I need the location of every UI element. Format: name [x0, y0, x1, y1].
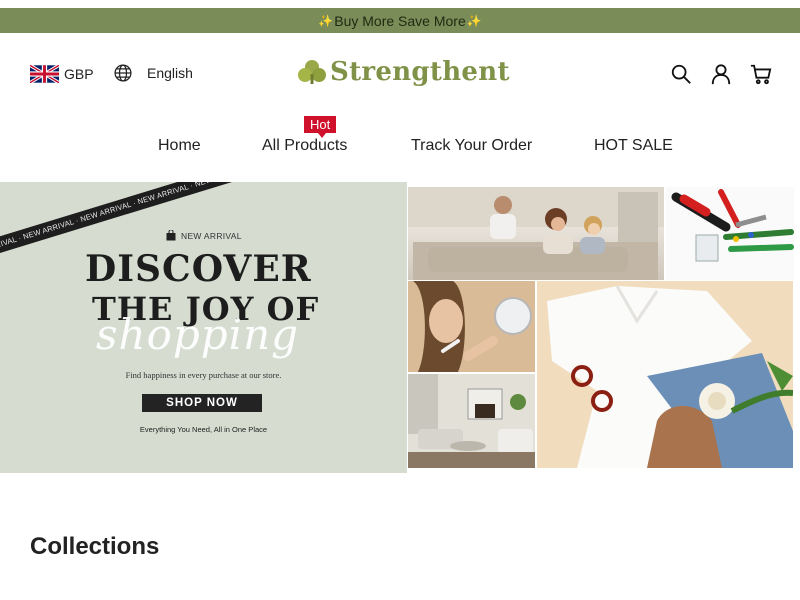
clover-logo-icon — [298, 60, 326, 84]
language-label: English — [147, 65, 193, 81]
sparkle-icon: ✨ — [318, 13, 334, 28]
living-room-photo — [408, 374, 535, 468]
nav-all-products[interactable]: All Products — [262, 137, 347, 155]
shopping-bag-icon — [166, 230, 176, 241]
search-icon[interactable] — [670, 63, 692, 85]
announcement-bar: ✨ Buy More Save More ✨ — [0, 8, 800, 33]
main-navigation: Home Hot All Products Track Your Order H… — [0, 115, 800, 183]
hero-tagline: Find happiness in every purchase at our … — [125, 370, 282, 380]
uk-flag-icon — [30, 65, 59, 83]
hero-headline-1: DISCOVER — [85, 248, 312, 290]
brand-logo[interactable]: Strengthent — [298, 57, 510, 87]
makeup-photo — [408, 281, 535, 372]
sparkle-icon: ✨ — [466, 13, 482, 28]
collections-heading: Collections — [30, 533, 160, 560]
brand-name: Strengthent — [330, 57, 510, 87]
kicker-text: NEW ARRIVAL — [181, 230, 242, 241]
announcement-text: Buy More Save More — [334, 12, 466, 29]
family-photo — [408, 187, 664, 280]
nav-hot-sale[interactable]: HOT SALE — [594, 137, 673, 155]
hot-badge: Hot — [304, 116, 337, 138]
hero-footer-text: Everything You Need, All in One Place — [139, 425, 268, 434]
currency-label: GBP — [64, 66, 94, 82]
tools-photo — [666, 187, 794, 280]
currency-selector[interactable]: GBP — [30, 65, 94, 83]
hero-text-panel: NEW ARRIVAL · NEW ARRIVAL · NEW ARRIVAL … — [0, 182, 407, 473]
new-arrival-kicker: NEW ARRIVAL — [166, 230, 242, 241]
header-actions — [670, 63, 772, 85]
language-selector[interactable]: English — [113, 63, 193, 83]
nav-home[interactable]: Home — [158, 137, 201, 155]
shop-now-button[interactable]: SHOP NOW — [142, 394, 262, 412]
fashion-flatlay-photo — [537, 281, 793, 468]
hero-banner[interactable]: NEW ARRIVAL · NEW ARRIVAL · NEW ARRIVAL … — [0, 182, 800, 473]
nav-track-order[interactable]: Track Your Order — [411, 137, 532, 155]
hero-script-text: shopping — [96, 310, 300, 359]
cart-icon[interactable] — [750, 63, 772, 85]
site-header: GBP English Strengthent — [0, 33, 800, 115]
account-icon[interactable] — [710, 63, 732, 85]
globe-icon — [114, 64, 132, 82]
